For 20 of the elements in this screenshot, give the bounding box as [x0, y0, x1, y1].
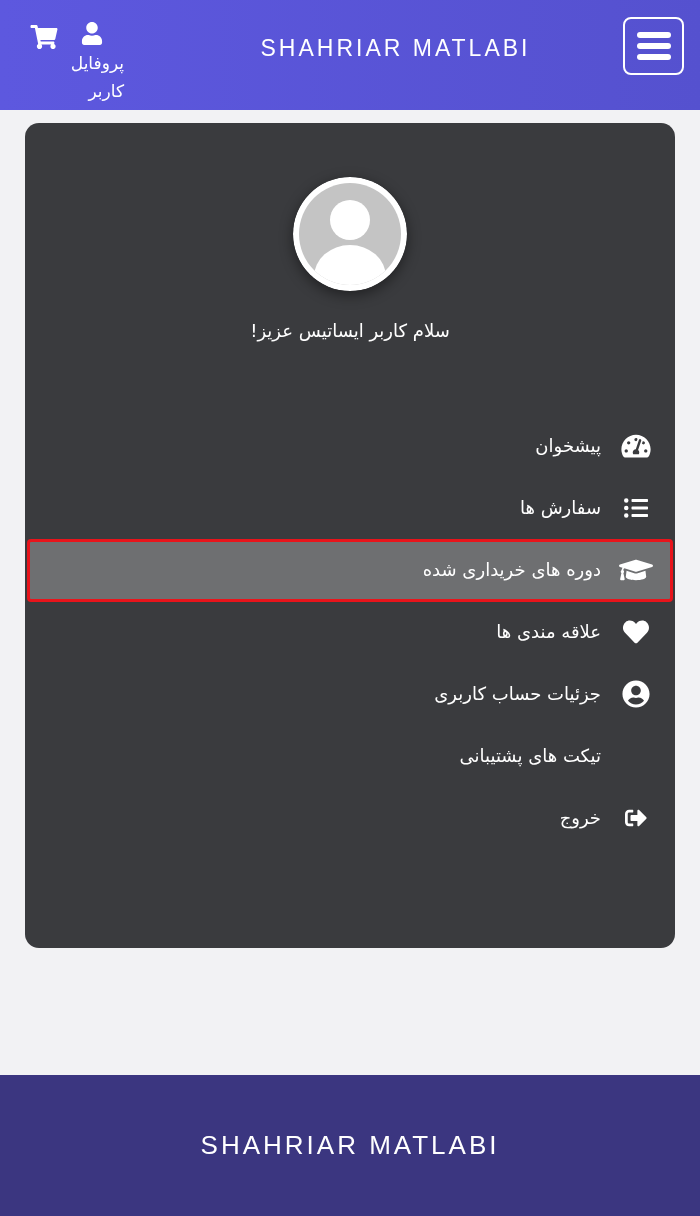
- cart-icon[interactable]: [30, 25, 58, 49]
- greeting-text: سلام کاربر ایساتیس عزیز!: [250, 319, 450, 344]
- menu-item[interactable]: دوره های خریداری شده: [27, 538, 673, 602]
- list-icon: [622, 496, 650, 520]
- menu-item[interactable]: جزئیات حساب کاربری: [27, 662, 673, 726]
- menu-item[interactable]: علاقه مندی ها: [27, 600, 673, 664]
- profile-link[interactable]: پروفایل کاربر: [60, 22, 124, 105]
- user-icon: [81, 22, 103, 45]
- exit-arrow-icon: [624, 807, 648, 829]
- logo-text[interactable]: SHAHRIAR MATLABI: [260, 31, 531, 66]
- logo-text[interactable]: SHAHRIAR MATLABI: [200, 1126, 500, 1165]
- menu-item[interactable]: سفارش ها: [27, 476, 673, 540]
- menu-button[interactable]: [623, 17, 684, 75]
- menu-item[interactable]: پیشخوان: [27, 414, 673, 478]
- menu-item[interactable]: خروج: [27, 786, 673, 850]
- menu-icon: [636, 32, 671, 60]
- menu-item[interactable]: تیکت های پشتیبانی: [27, 724, 673, 788]
- avatar-icon: [293, 177, 407, 291]
- heart-icon: [622, 619, 650, 645]
- gauge-icon: [621, 433, 651, 459]
